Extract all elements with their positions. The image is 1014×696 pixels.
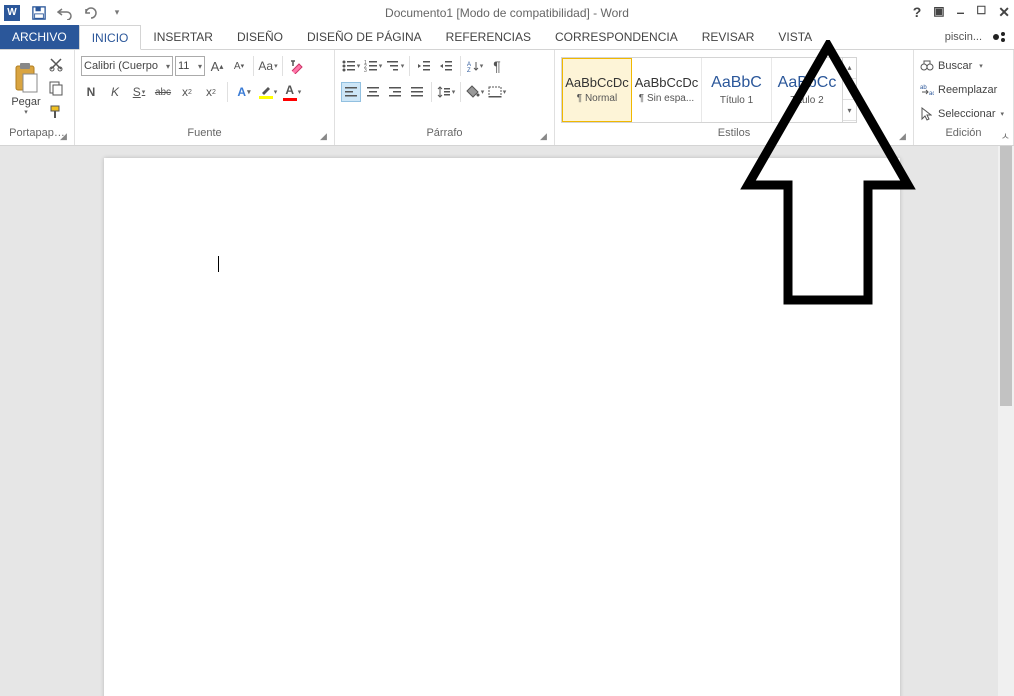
group-clipboard: Pegar ▾ Portapap… ◢	[0, 50, 75, 145]
tab-review[interactable]: REVISAR	[690, 25, 767, 49]
document-page[interactable]	[104, 158, 900, 696]
highlight-button[interactable]	[258, 82, 278, 102]
collapse-ribbon-icon[interactable]: ㅅ	[1001, 128, 1010, 143]
cut-icon[interactable]	[48, 56, 66, 74]
text-cursor	[218, 256, 219, 272]
style-heading2[interactable]: AaBbCc Título 2	[772, 58, 842, 122]
superscript-button[interactable]: x2	[201, 82, 221, 102]
vertical-scrollbar[interactable]	[998, 146, 1014, 696]
align-right-button[interactable]	[385, 82, 405, 102]
gallery-up-icon[interactable]: ▴	[843, 58, 856, 79]
grow-font-icon[interactable]: A▴	[207, 56, 227, 76]
gallery-down-icon[interactable]: ▾	[843, 79, 856, 100]
paragraph-launcher-icon[interactable]: ◢	[540, 131, 552, 143]
justify-button[interactable]	[407, 82, 427, 102]
find-button[interactable]: Buscar ▾	[920, 56, 1007, 76]
bold-button[interactable]: N	[81, 82, 101, 102]
svg-text:ac: ac	[929, 91, 934, 95]
shrink-font-icon[interactable]: A▾	[229, 56, 249, 76]
decrease-indent-button[interactable]	[414, 56, 434, 76]
scrollbar-thumb[interactable]	[1000, 146, 1012, 406]
help-icon[interactable]: ?	[913, 4, 922, 21]
redo-icon[interactable]	[80, 2, 102, 24]
paste-label: Pegar	[11, 96, 40, 108]
style-normal[interactable]: AaBbCcDc ¶ Normal	[562, 58, 632, 122]
styles-launcher-icon[interactable]: ◢	[899, 131, 911, 143]
tab-layout[interactable]: DISEÑO DE PÁGINA	[295, 25, 434, 49]
share-logo-icon[interactable]	[988, 29, 1008, 45]
paste-button[interactable]: Pegar ▾	[6, 52, 46, 126]
group-label-clipboard: Portapap…	[6, 127, 68, 145]
clipboard-launcher-icon[interactable]: ◢	[60, 131, 72, 143]
align-left-button[interactable]	[341, 82, 361, 102]
tab-mailings[interactable]: CORRESPONDENCIA	[543, 25, 690, 49]
group-editing: Buscar ▾ abac Reemplazar Seleccionar ▾ E…	[914, 50, 1014, 145]
group-styles: AaBbCcDc ¶ Normal AaBbCcDc ¶ Sin espa...…	[555, 50, 914, 145]
copy-icon[interactable]	[48, 80, 66, 98]
numbering-button[interactable]: 123	[363, 56, 383, 76]
italic-button[interactable]: K	[105, 82, 125, 102]
undo-icon[interactable]	[54, 2, 76, 24]
borders-button[interactable]	[487, 82, 507, 102]
gallery-expand-icon[interactable]: ▾	[843, 100, 856, 121]
style-gallery: AaBbCcDc ¶ Normal AaBbCcDc ¶ Sin espa...…	[561, 57, 857, 123]
window-controls: ? ▣ – ☐ ✕	[913, 4, 1010, 21]
style-no-spacing[interactable]: AaBbCcDc ¶ Sin espa...	[632, 58, 702, 122]
sort-button[interactable]: AZ	[465, 56, 485, 76]
group-label-paragraph: Párrafo	[341, 127, 548, 145]
ribbon-options-icon[interactable]: ▣	[933, 4, 944, 21]
change-case-button[interactable]: Aa	[258, 56, 278, 76]
bullets-button[interactable]	[341, 56, 361, 76]
replace-icon: abac	[920, 83, 934, 97]
cursor-select-icon	[920, 107, 934, 121]
select-button[interactable]: Seleccionar ▾	[920, 104, 1007, 124]
subscript-button[interactable]: x2	[177, 82, 197, 102]
tab-insert[interactable]: INSERTAR	[141, 25, 225, 49]
font-launcher-icon[interactable]: ◢	[320, 131, 332, 143]
tab-design[interactable]: DISEÑO	[225, 25, 295, 49]
maximize-icon[interactable]: ☐	[976, 4, 986, 21]
style-gallery-more[interactable]: ▴ ▾ ▾	[842, 58, 856, 122]
format-painter-icon[interactable]	[48, 104, 66, 122]
quick-access-toolbar: W ▾ Documento1 [Modo de compatibilidad] …	[0, 0, 1014, 25]
align-center-button[interactable]	[363, 82, 383, 102]
tab-references[interactable]: REFERENCIAS	[434, 25, 543, 49]
ribbon-tabs: ARCHIVO INICIO INSERTAR DISEÑO DISEÑO DE…	[0, 25, 1014, 50]
style-heading1[interactable]: AaBbC Título 1	[702, 58, 772, 122]
font-name-combo[interactable]: Calibri (Cuerpo▾	[81, 56, 173, 76]
group-paragraph: 123 AZ ¶ Párrafo ◢	[335, 50, 555, 145]
font-size-combo[interactable]: 11▾	[175, 56, 205, 76]
qat-customize-icon[interactable]: ▾	[106, 2, 128, 24]
binoculars-icon	[920, 59, 934, 73]
tab-file[interactable]: ARCHIVO	[0, 25, 79, 49]
svg-text:3: 3	[364, 68, 367, 72]
save-icon[interactable]	[28, 2, 50, 24]
strikethrough-button[interactable]: abc	[153, 82, 173, 102]
shading-button[interactable]	[465, 82, 485, 102]
group-font: Calibri (Cuerpo▾ 11▾ A▴ A▾ Aa N K S abc …	[75, 50, 335, 145]
group-label-styles: Estilos	[561, 127, 907, 145]
tab-home[interactable]: INICIO	[79, 25, 142, 50]
clear-formatting-icon[interactable]	[287, 56, 307, 76]
group-label-editing: Edición	[920, 127, 1007, 145]
text-effects-button[interactable]: A	[234, 82, 254, 102]
document-area	[0, 146, 1014, 696]
close-icon[interactable]: ✕	[998, 4, 1010, 21]
increase-indent-button[interactable]	[436, 56, 456, 76]
underline-button[interactable]: S	[129, 82, 149, 102]
word-app-icon: W	[4, 5, 20, 21]
minimize-icon[interactable]: –	[957, 4, 965, 21]
ribbon: Pegar ▾ Portapap… ◢ Calibri (Cuerpo▾ 11▾…	[0, 50, 1014, 146]
window-title: Documento1 [Modo de compatibilidad] - Wo…	[385, 6, 629, 20]
account-name[interactable]: piscin...	[945, 31, 982, 43]
tab-view[interactable]: VISTA	[766, 25, 824, 49]
font-color-button[interactable]: A	[282, 82, 302, 102]
group-label-font: Fuente	[81, 127, 328, 145]
replace-button[interactable]: abac Reemplazar	[920, 80, 1007, 100]
multilevel-button[interactable]	[385, 56, 405, 76]
svg-text:Z: Z	[467, 68, 471, 72]
line-spacing-button[interactable]	[436, 82, 456, 102]
show-marks-button[interactable]: ¶	[487, 56, 507, 76]
